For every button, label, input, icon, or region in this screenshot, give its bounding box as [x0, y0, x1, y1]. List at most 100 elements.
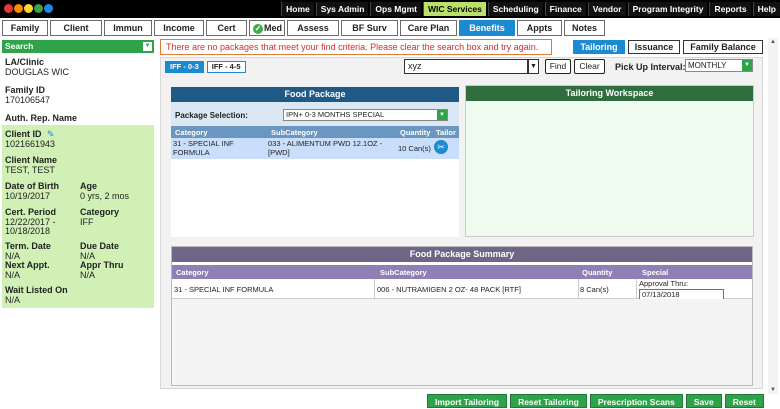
- col-subcategory: SubCategory: [380, 268, 427, 277]
- age-label: Age: [80, 181, 98, 191]
- top-nav: Home Sys Admin Ops Mgmt WIC Services Sch…: [281, 2, 780, 16]
- tab-bf-surv[interactable]: BF Surv: [341, 20, 398, 36]
- top-nav-program-integrity[interactable]: Program Integrity: [627, 2, 708, 16]
- top-nav-sys-admin[interactable]: Sys Admin: [315, 2, 369, 16]
- tab-iff-0-3[interactable]: IFF - 0-3: [165, 61, 204, 73]
- scroll-up-icon[interactable]: ▲: [770, 39, 776, 45]
- tab-immun[interactable]: Immun: [104, 20, 152, 36]
- tab-family-balance[interactable]: Family Balance: [683, 40, 763, 54]
- chevron-down-icon[interactable]: ▼: [437, 110, 447, 120]
- reset-button[interactable]: Reset: [724, 394, 764, 408]
- hands-logo: [4, 1, 74, 17]
- age-value: 0 yrs, 2 mos: [80, 191, 130, 201]
- tailoring-content: IFF - 0-3 IFF - 4-5 xyz ▼ Find Clear Pic…: [160, 57, 763, 389]
- tab-care-plan[interactable]: Care Plan: [400, 20, 457, 36]
- top-nav-help[interactable]: Help: [752, 2, 780, 16]
- check-icon: ✓: [253, 23, 263, 34]
- summary-category: 31 - SPECIAL INF FORMULA: [174, 285, 274, 294]
- food-package-panel: Food Package Package Selection: IPN+ 0-3…: [171, 87, 459, 237]
- la-clinic-value: DOUGLAS WIC: [5, 67, 70, 77]
- appr-thru-label: Appr Thru: [80, 260, 124, 270]
- pickup-interval-select[interactable]: MONTHLY ▼: [685, 59, 753, 72]
- top-nav-reports[interactable]: Reports: [709, 2, 751, 16]
- food-package-table-header: Category SubCategory Quantity Tailor: [171, 126, 459, 138]
- category-value: IFF: [80, 217, 94, 227]
- vertical-scrollbar[interactable]: ▲ ▼: [768, 38, 778, 394]
- table-row: 31 - SPECIAL INF FORMULA 006 - NUTRAMIGE…: [172, 279, 752, 300]
- reset-tailoring-button[interactable]: Reset Tailoring: [510, 394, 587, 408]
- client-id-label: Client ID: [5, 129, 42, 139]
- family-id-value: 170106547: [5, 95, 51, 105]
- dob-value: 10/19/2017: [5, 191, 51, 201]
- next-appt-label: Next Appt.: [5, 260, 50, 270]
- package-selection-select[interactable]: IPN+ 0-3 MONTHS SPECIAL ▼: [283, 109, 448, 121]
- tab-appts[interactable]: Appts: [517, 20, 562, 36]
- col-quantity: Quantity: [400, 128, 431, 137]
- table-row[interactable]: 31 - SPECIAL INF FORMULA 033 - ALIMENTUM…: [171, 138, 459, 159]
- family-info: LA/Clinic DOUGLAS WIC Family ID 17010654…: [2, 53, 154, 127]
- summary-table-header: Category SubCategory Quantity Special: [172, 265, 752, 279]
- tab-med[interactable]: ✓ Med: [249, 20, 285, 36]
- tailoring-workspace-title: Tailoring Workspace: [466, 86, 753, 101]
- due-date-label: Due Date: [80, 241, 120, 251]
- package-selection-label: Package Selection:: [175, 111, 248, 120]
- col-tailor: Tailor: [436, 128, 456, 137]
- wait-listed-value: N/A: [5, 295, 21, 305]
- col-quantity: Quantity: [582, 268, 613, 277]
- tab-tailoring[interactable]: Tailoring: [573, 40, 625, 54]
- food-package-summary-title: Food Package Summary: [172, 247, 752, 262]
- pickup-interval-label: Pick Up Interval:: [615, 62, 686, 72]
- chevron-down-icon[interactable]: ▼: [742, 60, 752, 71]
- row-quantity: 10 Can(s): [398, 144, 431, 153]
- row-subcategory-1: 033 - ALIMENTUM PWD 12.1OZ -: [268, 139, 383, 148]
- import-tailoring-button[interactable]: Import Tailoring: [427, 394, 508, 408]
- auth-rep-label: Auth. Rep. Name: [5, 113, 78, 123]
- row-subcategory-2: [PWD]: [268, 148, 290, 157]
- clear-button[interactable]: Clear: [574, 59, 605, 74]
- col-category: Category: [175, 128, 208, 137]
- tab-family[interactable]: Family: [2, 20, 48, 36]
- tab-issuance[interactable]: Issuance: [628, 40, 680, 54]
- scroll-down-icon[interactable]: ▼: [770, 387, 776, 393]
- package-search-input[interactable]: xyz: [404, 59, 528, 74]
- row-category-2: FORMULA: [173, 148, 210, 157]
- pickup-interval-value: MONTHLY: [688, 61, 727, 70]
- cert-period-label: Cert. Period: [5, 207, 57, 217]
- client-info: Client ID ✎ 1021661943 Client Name TEST,…: [2, 125, 154, 308]
- sidebar-search[interactable]: Search ▼: [2, 40, 154, 53]
- appr-thru-value: N/A: [80, 270, 96, 280]
- tab-client[interactable]: Client: [50, 20, 102, 36]
- tab-benefits[interactable]: Benefits: [459, 20, 515, 36]
- pencil-icon[interactable]: ✎: [47, 129, 55, 139]
- tab-notes[interactable]: Notes: [564, 20, 605, 36]
- tab-income[interactable]: Income: [154, 20, 204, 36]
- tab-med-label: Med: [264, 23, 282, 33]
- top-nav-home[interactable]: Home: [281, 2, 314, 16]
- save-button[interactable]: Save: [685, 394, 722, 408]
- top-nav-wic-services[interactable]: WIC Services: [422, 2, 486, 16]
- food-package-summary-panel: Food Package Summary Category SubCategor…: [171, 246, 753, 386]
- chevron-down-icon[interactable]: ▼: [143, 42, 152, 51]
- tab-iff-4-5[interactable]: IFF - 4-5: [206, 61, 246, 73]
- top-nav-finance[interactable]: Finance: [544, 2, 586, 16]
- top-nav-ops-mgmt[interactable]: Ops Mgmt: [370, 2, 421, 16]
- la-clinic-label: LA/Clinic: [5, 57, 45, 67]
- client-sidebar: Search ▼ LA/Clinic DOUGLAS WIC Family ID…: [2, 40, 154, 308]
- tab-cert[interactable]: Cert: [206, 20, 247, 36]
- find-button[interactable]: Find: [545, 59, 571, 74]
- wait-listed-label: Wait Listed On: [5, 285, 68, 295]
- main-nav: Family Client Immun Income Cert ✓ Med Ass…: [2, 20, 605, 36]
- food-package-title: Food Package: [171, 87, 459, 102]
- scissors-icon[interactable]: ✂: [434, 140, 448, 154]
- tab-assess[interactable]: Assess: [287, 20, 339, 36]
- approval-thru-label: Approval Thru:: [639, 279, 689, 288]
- top-bar: Home Sys Admin Ops Mgmt WIC Services Sch…: [0, 0, 780, 18]
- chevron-down-icon[interactable]: ▼: [528, 59, 539, 74]
- family-id-label: Family ID: [5, 85, 46, 95]
- col-special: Special: [642, 268, 669, 277]
- prescription-scans-button[interactable]: Prescription Scans: [589, 394, 683, 408]
- top-nav-vendor[interactable]: Vendor: [587, 2, 626, 16]
- category-tabs: IFF - 0-3 IFF - 4-5: [165, 61, 246, 73]
- row-category-1: 31 - SPECIAL INF: [173, 139, 234, 148]
- top-nav-scheduling[interactable]: Scheduling: [487, 2, 543, 16]
